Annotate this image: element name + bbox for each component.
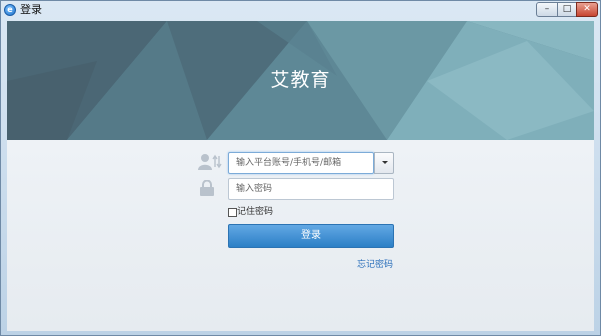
client-area: 艾教育 输入平台账号/手机号/邮箱 输入密码 记住密码 登录 忘记密码 [7, 21, 594, 331]
close-button[interactable]: ✕ [576, 2, 598, 17]
login-form: 输入平台账号/手机号/邮箱 输入密码 记住密码 登录 忘记密码 [7, 140, 594, 331]
forgot-password-link[interactable]: 忘记密码 [357, 257, 393, 270]
account-input[interactable]: 输入平台账号/手机号/邮箱 [228, 152, 374, 174]
app-logo-icon: e [4, 4, 16, 16]
banner: 艾教育 [7, 21, 594, 140]
title-bar[interactable]: e 登录 – □ ✕ [1, 1, 601, 19]
window-title: 登录 [20, 3, 42, 16]
maximize-button[interactable]: □ [557, 2, 577, 17]
login-window: e 登录 – □ ✕ 艾教育 输入平台账号/手机号/邮箱 输入密码 记住密码 登… [0, 0, 601, 336]
user-switch-icon[interactable] [198, 153, 222, 171]
brand-name: 艾教育 [270, 69, 331, 91]
chevron-down-icon [382, 161, 388, 164]
minimize-button[interactable]: – [536, 2, 558, 17]
password-input[interactable]: 输入密码 [228, 178, 394, 200]
remember-checkbox[interactable] [228, 208, 237, 217]
account-dropdown-button[interactable] [374, 152, 394, 174]
lock-icon [200, 180, 214, 196]
login-button[interactable]: 登录 [228, 224, 394, 248]
remember-label: 记住密码 [237, 207, 274, 217]
